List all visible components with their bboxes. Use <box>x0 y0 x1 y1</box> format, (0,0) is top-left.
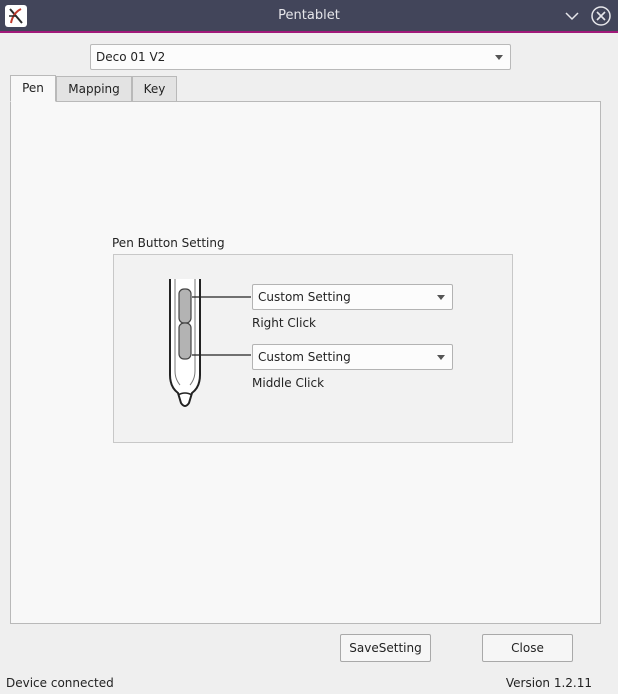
save-setting-button[interactable]: SaveSetting <box>340 634 431 662</box>
dropdown-arrow-icon <box>437 295 445 300</box>
chevron-down-icon <box>565 12 579 21</box>
upper-button-setting-value: Custom Setting <box>258 290 351 304</box>
upper-button-action-label: Right Click <box>252 316 317 330</box>
lower-button-setting-value: Custom Setting <box>258 350 351 364</box>
tab-pen[interactable]: Pen <box>10 75 56 102</box>
dropdown-arrow-icon <box>495 55 503 60</box>
pen-button-group: Custom Setting Right Click Custom Settin… <box>113 254 513 443</box>
close-icon <box>591 6 611 26</box>
close-window-button[interactable] <box>591 6 611 26</box>
lower-button-setting-select[interactable]: Custom Setting <box>252 344 453 370</box>
pen-illustration-icon <box>169 279 251 407</box>
status-text: Device connected <box>6 676 114 690</box>
device-select-value: Deco 01 V2 <box>96 50 166 64</box>
tab-mapping[interactable]: Mapping <box>56 76 132 102</box>
tab-key[interactable]: Key <box>132 76 177 102</box>
device-select[interactable]: Deco 01 V2 <box>90 44 511 70</box>
dropdown-arrow-icon <box>437 355 445 360</box>
version-label: Version 1.2.11 <box>505 676 592 690</box>
pen-button-group-title: Pen Button Setting <box>112 236 225 250</box>
close-button[interactable]: Close <box>482 634 573 662</box>
lower-button-action-label: Middle Click <box>252 376 325 390</box>
window-title: Pentablet <box>278 8 340 23</box>
title-bar: Pentablet <box>0 0 618 33</box>
minimize-button[interactable] <box>562 6 582 26</box>
upper-button-setting-select[interactable]: Custom Setting <box>252 284 453 310</box>
